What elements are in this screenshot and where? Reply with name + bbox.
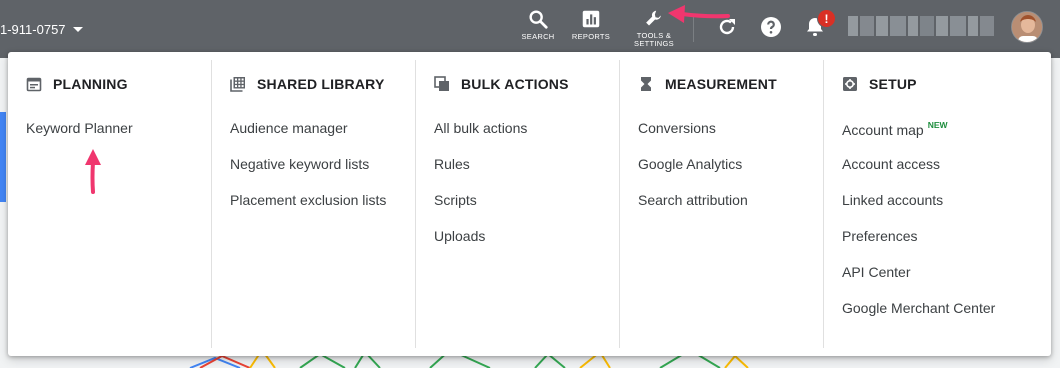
library-icon [230,77,245,92]
new-badge: NEW [927,120,948,130]
column-title: SETUP [869,76,917,92]
menu-item-search-attribution[interactable]: Search attribution [638,192,748,228]
search-icon [529,10,548,29]
column-header: BULK ACTIONS [434,76,569,92]
column-title: PLANNING [53,76,128,92]
settings-icon [843,77,857,91]
column-bulk-actions: BULK ACTIONS All bulk actions Rules Scri… [416,60,620,348]
calendar-icon [26,77,42,92]
chevron-down-icon [72,27,83,32]
column-header: SHARED LIBRARY [230,76,385,92]
annotation-arrow-keyword-planner [85,149,101,194]
menu-item-label: Account map [842,122,924,138]
account-name-redacted [848,13,1006,39]
menu-item-audience-manager[interactable]: Audience manager [230,120,386,156]
menu-item-google-merchant-center[interactable]: Google Merchant Center [842,300,995,336]
menu-item-google-analytics[interactable]: Google Analytics [638,156,748,192]
account-selector[interactable]: 1-911-0757 [0,22,83,37]
top-bar: 1-911-0757 SEARCH REPORTS TOOLS & SETTIN… [0,0,1060,58]
avatar[interactable] [1011,11,1043,43]
menu-item-api-center[interactable]: API Center [842,264,995,300]
background-accent [0,112,6,202]
tools-button-label: TOOLS & SETTINGS [634,31,674,48]
menu-item-account-access[interactable]: Account access [842,156,995,192]
column-title: SHARED LIBRARY [257,76,385,92]
menu-item-keyword-planner[interactable]: Keyword Planner [26,120,133,156]
search-button-label: SEARCH [521,32,555,41]
reports-button-label: REPORTS [571,32,611,41]
search-button[interactable]: SEARCH [508,8,568,48]
column-measurement: MEASUREMENT Conversions Google Analytics… [620,60,824,348]
help-icon[interactable] [759,15,783,39]
notification-badge: ! [817,9,836,28]
copy-icon [434,76,449,91]
column-header: SETUP [842,76,917,92]
menu-item-linked-accounts[interactable]: Linked accounts [842,192,995,228]
menu-item-conversions[interactable]: Conversions [638,120,748,156]
avatar-portrait [1012,12,1042,42]
column-header: MEASUREMENT [638,76,777,92]
hourglass-icon [641,77,651,91]
menu-item-all-bulk-actions[interactable]: All bulk actions [434,120,527,156]
tools-settings-menu: PLANNING Keyword Planner SHARED LIBRARY … [8,52,1051,356]
menu-item-preferences[interactable]: Preferences [842,228,995,264]
reports-icon [582,10,600,28]
annotation-arrow-tools [668,5,730,23]
column-title: MEASUREMENT [665,76,777,92]
column-shared-library: SHARED LIBRARY Audience manager Negative… [212,60,416,348]
menu-item-scripts[interactable]: Scripts [434,192,527,228]
menu-item-rules[interactable]: Rules [434,156,527,192]
menu-item-account-map[interactable]: Account map NEW [842,120,995,156]
menu-item-uploads[interactable]: Uploads [434,228,527,264]
column-header: PLANNING [26,76,128,92]
account-id: 1-911-0757 [0,22,66,37]
column-planning: PLANNING Keyword Planner [8,60,212,348]
menu-item-negative-keyword-lists[interactable]: Negative keyword lists [230,156,386,192]
column-title: BULK ACTIONS [461,76,569,92]
column-setup: SETUP Account map NEW Account access Link… [824,60,1051,348]
reports-button[interactable]: REPORTS [561,8,621,48]
menu-item-placement-exclusion-lists[interactable]: Placement exclusion lists [230,192,386,228]
